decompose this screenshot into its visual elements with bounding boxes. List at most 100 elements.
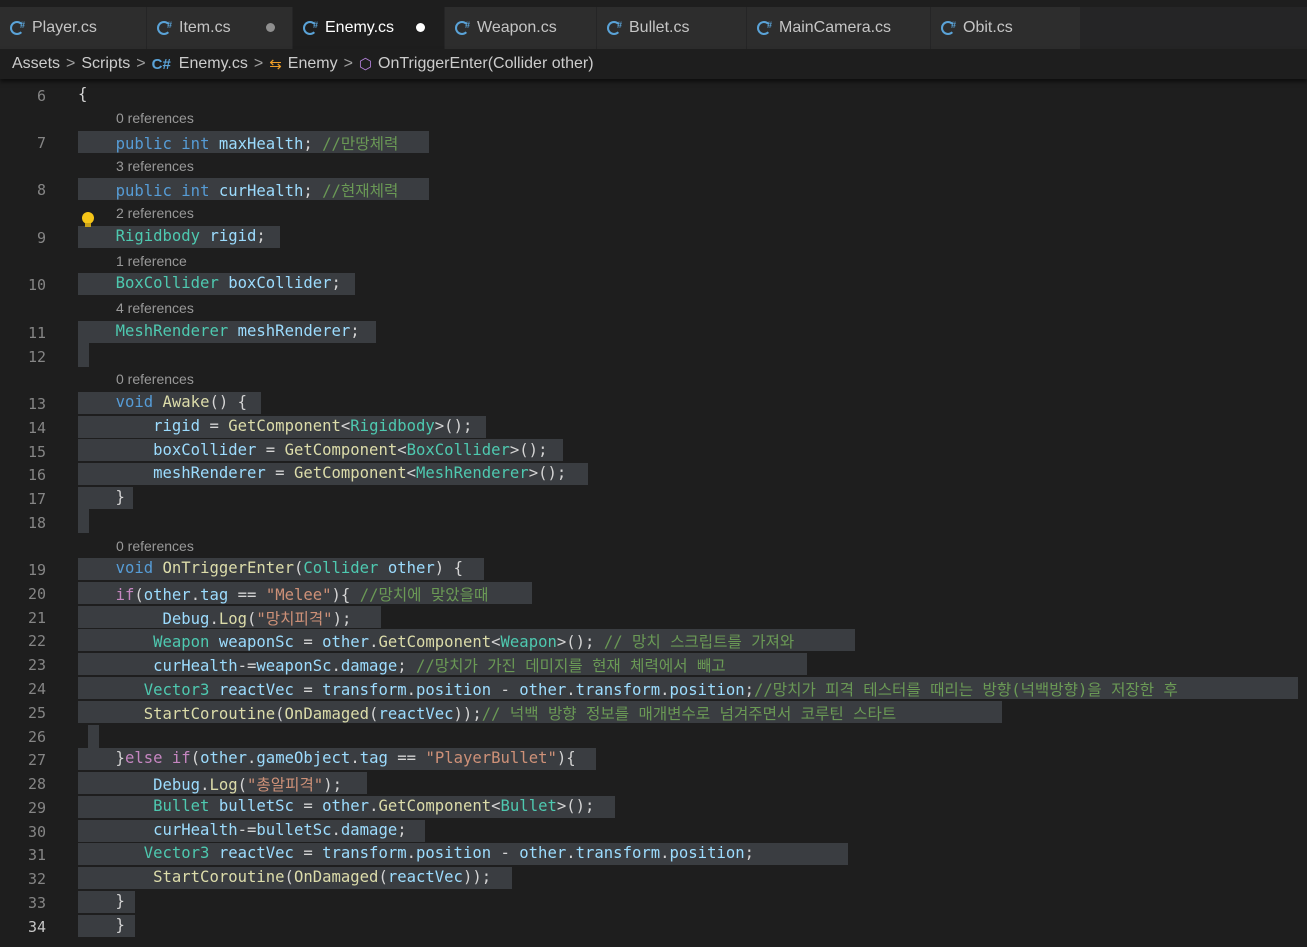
code-line[interactable]: MeshRenderer meshRenderer; <box>78 322 360 340</box>
chevron-right-icon: > <box>343 55 353 72</box>
tab-label: Player.cs <box>32 19 97 36</box>
editor-tab-bar: # Player.cs # Item.cs # Enemy.cs # Weapo… <box>0 7 1307 49</box>
class-icon: ⇆ <box>269 56 282 73</box>
line-number: 19 <box>27 561 46 579</box>
csharp-file-icon: # <box>607 20 622 35</box>
code-line[interactable]: curHealth-=bulletSc.damage; <box>78 821 407 839</box>
line-number: 23 <box>27 656 46 674</box>
line-number: 14 <box>27 419 46 437</box>
code-line[interactable]: } <box>78 892 125 910</box>
line-number: 13 <box>27 395 46 413</box>
code-line[interactable]: if(other.tag == "Melee"){ //망치에 맞았을때 <box>78 583 489 605</box>
code-line[interactable]: BoxCollider boxCollider; <box>78 274 341 292</box>
breadcrumb-assets[interactable]: Assets <box>12 55 60 73</box>
breadcrumb-method[interactable]: OnTriggerEnter(Collider other) <box>378 55 593 73</box>
code-line[interactable]: Debug.Log("총알피격"); <box>78 773 342 795</box>
chevron-right-icon: > <box>66 55 76 72</box>
tab-label: Weapon.cs <box>477 19 557 36</box>
line-number: 27 <box>27 751 46 769</box>
code-line[interactable]: }else if(other.gameObject.tag == "Player… <box>78 749 576 767</box>
line-number: 7 <box>36 134 46 152</box>
line-number: 30 <box>27 823 46 841</box>
unsaved-dot-icon[interactable] <box>416 23 425 32</box>
csharp-file-icon: # <box>303 20 318 35</box>
breadcrumb-scripts[interactable]: Scripts <box>81 55 130 73</box>
code-line[interactable]: boxCollider = GetComponent<BoxCollider>(… <box>78 441 547 459</box>
line-number: 18 <box>27 514 46 532</box>
code-line[interactable]: { <box>78 85 87 103</box>
code-lens-references[interactable]: 0 references <box>116 110 194 126</box>
breadcrumb: Assets > Scripts > C# Enemy.cs > ⇆ Enemy… <box>0 49 1307 79</box>
line-number: 31 <box>27 846 46 864</box>
selection-highlight <box>78 509 89 533</box>
code-line[interactable]: rigid = GetComponent<Rigidbody>(); <box>78 417 472 435</box>
tab-label: MainCamera.cs <box>779 19 892 36</box>
breadcrumb-file[interactable]: Enemy.cs <box>179 55 248 73</box>
code-line[interactable]: meshRenderer = GetComponent<MeshRenderer… <box>78 464 566 482</box>
tab-label: Enemy.cs <box>325 19 395 36</box>
line-number: 8 <box>36 181 46 199</box>
code-lens-references[interactable]: 0 references <box>116 538 194 554</box>
line-number: 33 <box>27 894 46 912</box>
tab-label: Bullet.cs <box>629 19 690 36</box>
unsaved-dot-icon[interactable] <box>266 23 275 32</box>
line-number: 28 <box>27 775 46 793</box>
line-number: 10 <box>27 276 46 294</box>
code-line[interactable]: } <box>78 916 125 934</box>
code-lens-references[interactable]: 3 references <box>116 158 194 174</box>
csharp-file-icon: # <box>757 20 772 35</box>
code-line[interactable]: Vector3 reactVec = transform.position - … <box>78 678 1178 700</box>
line-number: 29 <box>27 799 46 817</box>
code-line[interactable]: public int maxHealth; //만땅체력 <box>78 132 399 154</box>
code-line[interactable]: void OnTriggerEnter(Collider other) { <box>78 559 463 577</box>
line-number: 22 <box>27 632 46 650</box>
line-number: 20 <box>27 585 46 603</box>
csharp-file-icon: # <box>455 20 470 35</box>
line-number: 21 <box>27 609 46 627</box>
line-number: 15 <box>27 443 46 461</box>
tab-bullet-cs[interactable]: # Bullet.cs <box>597 7 747 49</box>
tab-maincamera-cs[interactable]: # MainCamera.cs <box>747 7 931 49</box>
method-cube-icon: ⬡ <box>358 56 373 73</box>
current-line-number: 34 <box>27 918 46 936</box>
code-line[interactable]: Debug.Log("망치피격"); <box>78 607 352 629</box>
line-number: 24 <box>27 680 46 698</box>
code-line[interactable]: public int curHealth; //현재체력 <box>78 179 399 201</box>
code-lens-references[interactable]: 1 reference <box>116 253 187 269</box>
line-number: 11 <box>27 324 46 342</box>
csharp-file-icon: # <box>157 20 172 35</box>
tab-player-cs[interactable]: # Player.cs <box>0 7 147 49</box>
csharp-file-icon: # <box>10 20 25 35</box>
line-number: 6 <box>36 87 46 105</box>
code-line[interactable]: StartCoroutine(OnDamaged(reactVec));// 넉… <box>78 702 896 724</box>
tab-label: Item.cs <box>179 19 231 36</box>
line-number: 26 <box>27 728 46 746</box>
code-line[interactable]: Rigidbody rigid; <box>78 227 266 245</box>
selection-highlight <box>88 725 99 749</box>
code-line[interactable]: Bullet bulletSc = other.GetComponent<Bul… <box>78 797 594 815</box>
breadcrumb-class[interactable]: Enemy <box>288 55 338 73</box>
tab-item-cs[interactable]: # Item.cs <box>147 7 293 49</box>
chevron-right-icon: > <box>136 55 146 72</box>
code-line[interactable]: } <box>78 488 125 506</box>
code-lens-references[interactable]: 4 references <box>116 300 194 316</box>
line-number: 17 <box>27 490 46 508</box>
tabbar-top-strip <box>0 0 1307 7</box>
code-line[interactable]: StartCoroutine(OnDamaged(reactVec)); <box>78 868 491 886</box>
line-number: 9 <box>36 229 46 247</box>
line-number: 16 <box>27 466 46 484</box>
line-number: 12 <box>27 348 46 366</box>
tab-weapon-cs[interactable]: # Weapon.cs <box>445 7 597 49</box>
code-lens-references[interactable]: 0 references <box>116 371 194 387</box>
tab-enemy-cs[interactable]: # Enemy.cs <box>293 7 445 49</box>
csharp-file-icon: C# <box>151 55 171 73</box>
code-line[interactable]: void Awake() { <box>78 393 247 411</box>
code-lens-references[interactable]: 2 references <box>116 205 194 221</box>
line-number: 25 <box>27 704 46 722</box>
code-editor[interactable]: 0 references 3 references 2 references 1… <box>0 79 1307 947</box>
code-line[interactable]: Vector3 reactVec = transform.position - … <box>78 844 754 862</box>
tab-obit-cs[interactable]: # Obit.cs <box>931 7 1081 49</box>
selection-highlight <box>78 343 89 367</box>
code-line[interactable]: Weapon weaponSc = other.GetComponent<Wea… <box>78 630 794 652</box>
code-line[interactable]: curHealth-=weaponSc.damage; //망치가 가진 데미지… <box>78 654 726 676</box>
